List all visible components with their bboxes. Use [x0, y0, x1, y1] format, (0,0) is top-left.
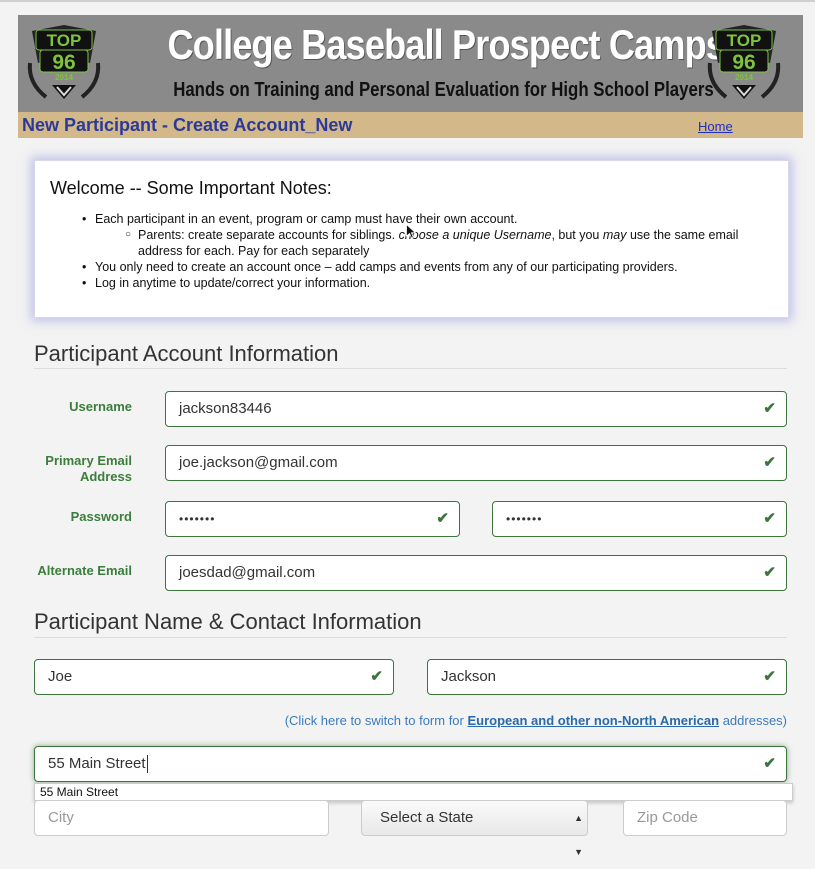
first-name-input[interactable]: Joe ✔ [34, 659, 394, 695]
banner-title: College Baseball Prospect Camps [167, 21, 726, 68]
european-address-link[interactable]: European and other non-North American [467, 713, 719, 728]
text-caret [146, 755, 148, 774]
notes-emphasis: may [602, 228, 627, 242]
site-banner: TOP 96 2014 College Baseball Prospect Ca… [18, 15, 803, 112]
username-label: Username [69, 399, 132, 414]
primary-email-label-line: Primary Email [45, 453, 132, 468]
logo-year-text: 2014 [55, 73, 73, 82]
notes-list: Each participant in an event, program or… [82, 211, 775, 291]
street-address-value: 55 Main Street [48, 755, 146, 772]
section-divider [34, 368, 787, 369]
confirm-password-value: ••••••• [506, 512, 543, 526]
primary-email-value: joe.jackson@gmail.com [179, 454, 338, 471]
notes-subitem: Parents: create separate accounts for si… [125, 227, 775, 259]
last-name-input[interactable]: Jackson ✔ [427, 659, 787, 695]
check-icon: ✔ [370, 668, 383, 685]
notes-item: Each participant in an event, program or… [82, 211, 775, 227]
check-icon: ✔ [436, 510, 449, 527]
last-name-value: Jackson [441, 668, 497, 685]
username-value: jackson83446 [179, 400, 272, 417]
primary-email-input[interactable]: joe.jackson@gmail.com ✔ [165, 445, 787, 481]
check-icon: ✔ [763, 668, 776, 685]
window-top-edge [0, 0, 815, 2]
alternate-email-input[interactable]: joesdad@gmail.com ✔ [165, 555, 787, 591]
address-switch-text: addresses) [719, 713, 787, 728]
logo-year-text: 2014 [735, 73, 753, 82]
zip-code-input[interactable]: Zip Code [623, 800, 787, 836]
select-arrows-icon: ▲ ▼ [574, 813, 583, 857]
top96-logo-icon: TOP 96 2014 [704, 23, 784, 107]
confirm-password-input[interactable]: ••••••• ✔ [492, 501, 787, 537]
page-title: New Participant - Create Account_New [22, 115, 353, 135]
address-format-switch: (Click here to switch to form for Europe… [280, 713, 787, 728]
page-title-bar: New Participant - Create Account_New Hom… [18, 112, 803, 138]
alternate-email-value: joesdad@gmail.com [179, 564, 316, 581]
password-value: ••••••• [179, 512, 216, 526]
check-icon: ✔ [763, 755, 776, 772]
banner-subtitle: Hands on Training and Personal Evaluatio… [173, 79, 714, 101]
logo-number-text: 96 [52, 51, 75, 74]
notes-heading: Welcome -- Some Important Notes: [50, 178, 332, 198]
important-notes-box: Welcome -- Some Important Notes: Each pa… [34, 160, 789, 318]
notes-emphasis: choose a unique Username [398, 228, 552, 242]
mouse-cursor-icon [406, 224, 417, 239]
password-label: Password [70, 509, 132, 524]
city-placeholder: City [48, 809, 74, 826]
primary-email-label-line: Address [79, 469, 132, 484]
autocomplete-suggestion[interactable]: 55 Main Street [34, 783, 793, 801]
state-select[interactable]: Select a State ▲ ▼ [361, 800, 588, 857]
account-section-heading: Participant Account Information [34, 341, 339, 366]
logo-top-text: TOP [47, 31, 82, 50]
check-icon: ✔ [763, 564, 776, 581]
street-address-input[interactable]: 55 Main Street ✔ [34, 746, 787, 782]
password-input[interactable]: ••••••• ✔ [165, 501, 460, 537]
username-input[interactable]: jackson83446 ✔ [165, 391, 787, 427]
notes-item: You only need to create an account once … [82, 259, 775, 275]
check-icon: ✔ [763, 400, 776, 417]
state-select-value: Select a State [380, 809, 474, 826]
notes-item: Log in anytime to update/correct your in… [82, 275, 775, 291]
logo-number-text: 96 [732, 51, 755, 74]
logo-top-text: TOP [727, 31, 762, 50]
zip-placeholder: Zip Code [637, 809, 698, 826]
section-divider [34, 637, 787, 638]
top96-logo-icon: TOP 96 2014 [24, 23, 104, 107]
notes-subitem-text: , but you [551, 228, 603, 242]
check-icon: ✔ [763, 454, 776, 471]
first-name-value: Joe [48, 668, 73, 685]
city-input[interactable]: City [34, 800, 329, 836]
alternate-email-label: Alternate Email [37, 563, 132, 578]
notes-subitem-text: Parents: create separate accounts for si… [138, 228, 399, 242]
address-switch-text: (Click here to switch to form for [284, 713, 468, 728]
primary-email-label: Primary Email Address [20, 453, 132, 485]
home-link[interactable]: Home [698, 119, 733, 134]
check-icon: ✔ [763, 510, 776, 527]
contact-section-heading: Participant Name & Contact Information [34, 609, 422, 634]
